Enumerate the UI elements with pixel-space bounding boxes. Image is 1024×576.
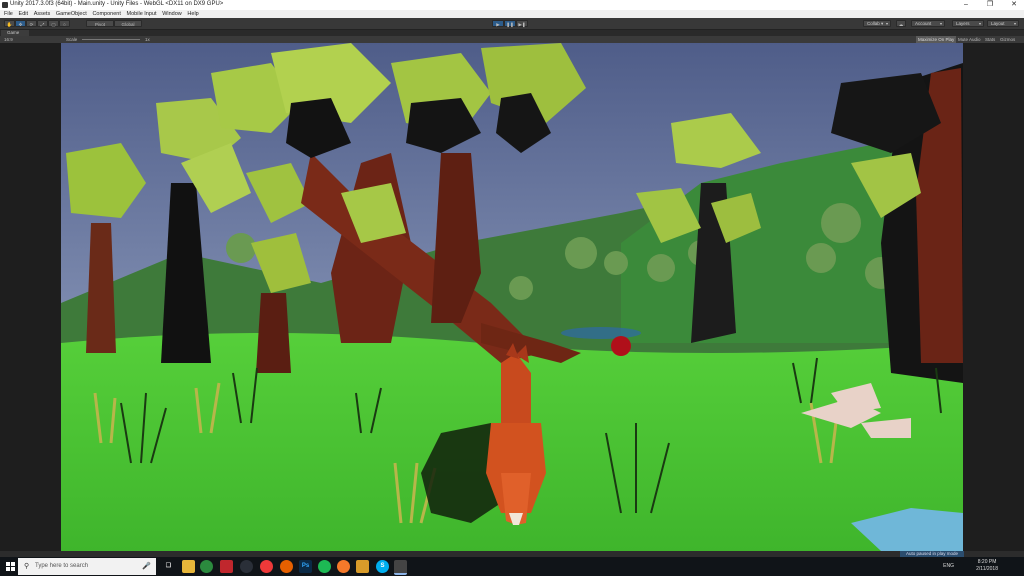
pond: [561, 327, 641, 339]
layers-dropdown[interactable]: Layers: [952, 20, 984, 27]
window-title-bar: Unity 2017.3.0f3 (64bit) - Main.unity - …: [0, 0, 1024, 10]
close-button[interactable]: ✕: [1006, 0, 1022, 10]
steam-icon[interactable]: [240, 560, 253, 573]
game-viewport[interactable]: [61, 43, 963, 551]
menu-component[interactable]: Component: [92, 10, 120, 18]
blender-icon[interactable]: [337, 560, 350, 573]
menu-edit[interactable]: Edit: [19, 10, 28, 18]
clock-time: 8:20 PM: [977, 559, 997, 565]
game-scene: [61, 43, 963, 551]
play-button[interactable]: ▶: [492, 20, 504, 27]
collab-dropdown[interactable]: Collab ▾: [863, 20, 891, 27]
spotify-icon[interactable]: [318, 560, 331, 573]
menu-gameobject[interactable]: GameObject: [56, 10, 87, 18]
menu-file[interactable]: File: [4, 10, 13, 18]
step-button[interactable]: ▶❚: [516, 20, 528, 27]
scale-label: Scale: [66, 37, 78, 42]
rotate-tool-button[interactable]: ⟳: [26, 20, 37, 27]
gizmos-dropdown[interactable]: Gizmos: [1000, 36, 1015, 43]
menu-assets[interactable]: Assets: [34, 10, 51, 18]
menu-window[interactable]: Window: [162, 10, 182, 18]
rect-tool-button[interactable]: ▢: [48, 20, 59, 27]
file-explorer-icon[interactable]: [182, 560, 195, 573]
task-view-icon[interactable]: ❏: [162, 560, 175, 573]
tab-game-label: Game: [7, 30, 20, 35]
maximize-on-play-toggle[interactable]: Maximize On Play: [916, 36, 957, 43]
windows-start-icon[interactable]: [6, 562, 15, 571]
transform-tool-button[interactable]: ○: [59, 20, 70, 27]
unity-icon[interactable]: [394, 560, 407, 575]
layers-label: Layers: [956, 21, 970, 26]
unity-logo-icon: [2, 2, 8, 8]
chrome-icon[interactable]: [200, 560, 213, 573]
mute-audio-toggle[interactable]: Mute Audio: [958, 36, 981, 43]
menu-bar: File Edit Assets GameObject Component Mo…: [0, 10, 1024, 18]
pivot-toggle[interactable]: Pivot: [86, 20, 114, 27]
minimize-button[interactable]: –: [958, 0, 974, 10]
scale-tool-button[interactable]: ⤢: [37, 20, 48, 27]
red-apple: [611, 336, 631, 356]
menu-mobile-input[interactable]: Mobile Input: [127, 10, 157, 18]
toolbar: ✋ ✥ ⟳ ⤢ ▢ ○ Pivot Global ▶ ❚❚ ▶❚ Collab …: [0, 18, 1024, 30]
photoshop-icon[interactable]: Ps: [299, 560, 312, 573]
skype-icon[interactable]: S: [376, 560, 389, 573]
search-placeholder: Type here to search: [35, 563, 89, 569]
clock[interactable]: 8:20 PM 2/11/2018: [976, 559, 998, 573]
clock-date: 2/11/2018: [976, 566, 998, 572]
restore-button[interactable]: ❐: [982, 0, 998, 10]
language-indicator[interactable]: ENG: [943, 563, 954, 569]
search-icon: ⚲: [24, 563, 30, 570]
vivaldi-icon[interactable]: [260, 560, 273, 573]
cloud-button[interactable]: ☁: [896, 20, 906, 27]
scale-value: 1x: [145, 37, 150, 42]
hand-tool-button[interactable]: ✋: [4, 20, 15, 27]
system-tray: ENG 8:20 PM 2/11/2018: [904, 557, 1024, 576]
global-toggle[interactable]: Global: [114, 20, 142, 27]
scale-slider[interactable]: [82, 39, 140, 40]
window-title: Unity 2017.3.0f3 (64bit) - Main.unity - …: [10, 1, 224, 7]
stats-toggle[interactable]: Stats: [985, 36, 995, 43]
layout-dropdown[interactable]: Layout: [987, 20, 1019, 27]
layout-label: Layout: [991, 21, 1005, 26]
menu-help[interactable]: Help: [187, 10, 198, 18]
app-icon[interactable]: [220, 560, 233, 573]
account-dropdown[interactable]: Account: [911, 20, 945, 27]
firefox-icon[interactable]: [280, 560, 293, 573]
game-view-toolbar: 16:9 Scale 1x Maximize On Play Mute Audi…: [0, 36, 1024, 43]
taskbar-search-box[interactable]: ⚲ Type here to search 🎤: [18, 558, 156, 575]
account-label: Account: [915, 21, 932, 26]
display-aspect-dropdown[interactable]: 16:9: [4, 36, 13, 43]
folder-icon[interactable]: [356, 560, 369, 573]
windows-taskbar: ⚲ Type here to search 🎤 ❏ Ps S ENG 8:20 …: [0, 557, 1024, 576]
collab-label: Collab ▾: [867, 21, 884, 26]
microphone-icon[interactable]: 🎤: [142, 558, 151, 575]
move-tool-button[interactable]: ✥: [15, 20, 26, 27]
pause-button[interactable]: ❚❚: [504, 20, 516, 27]
